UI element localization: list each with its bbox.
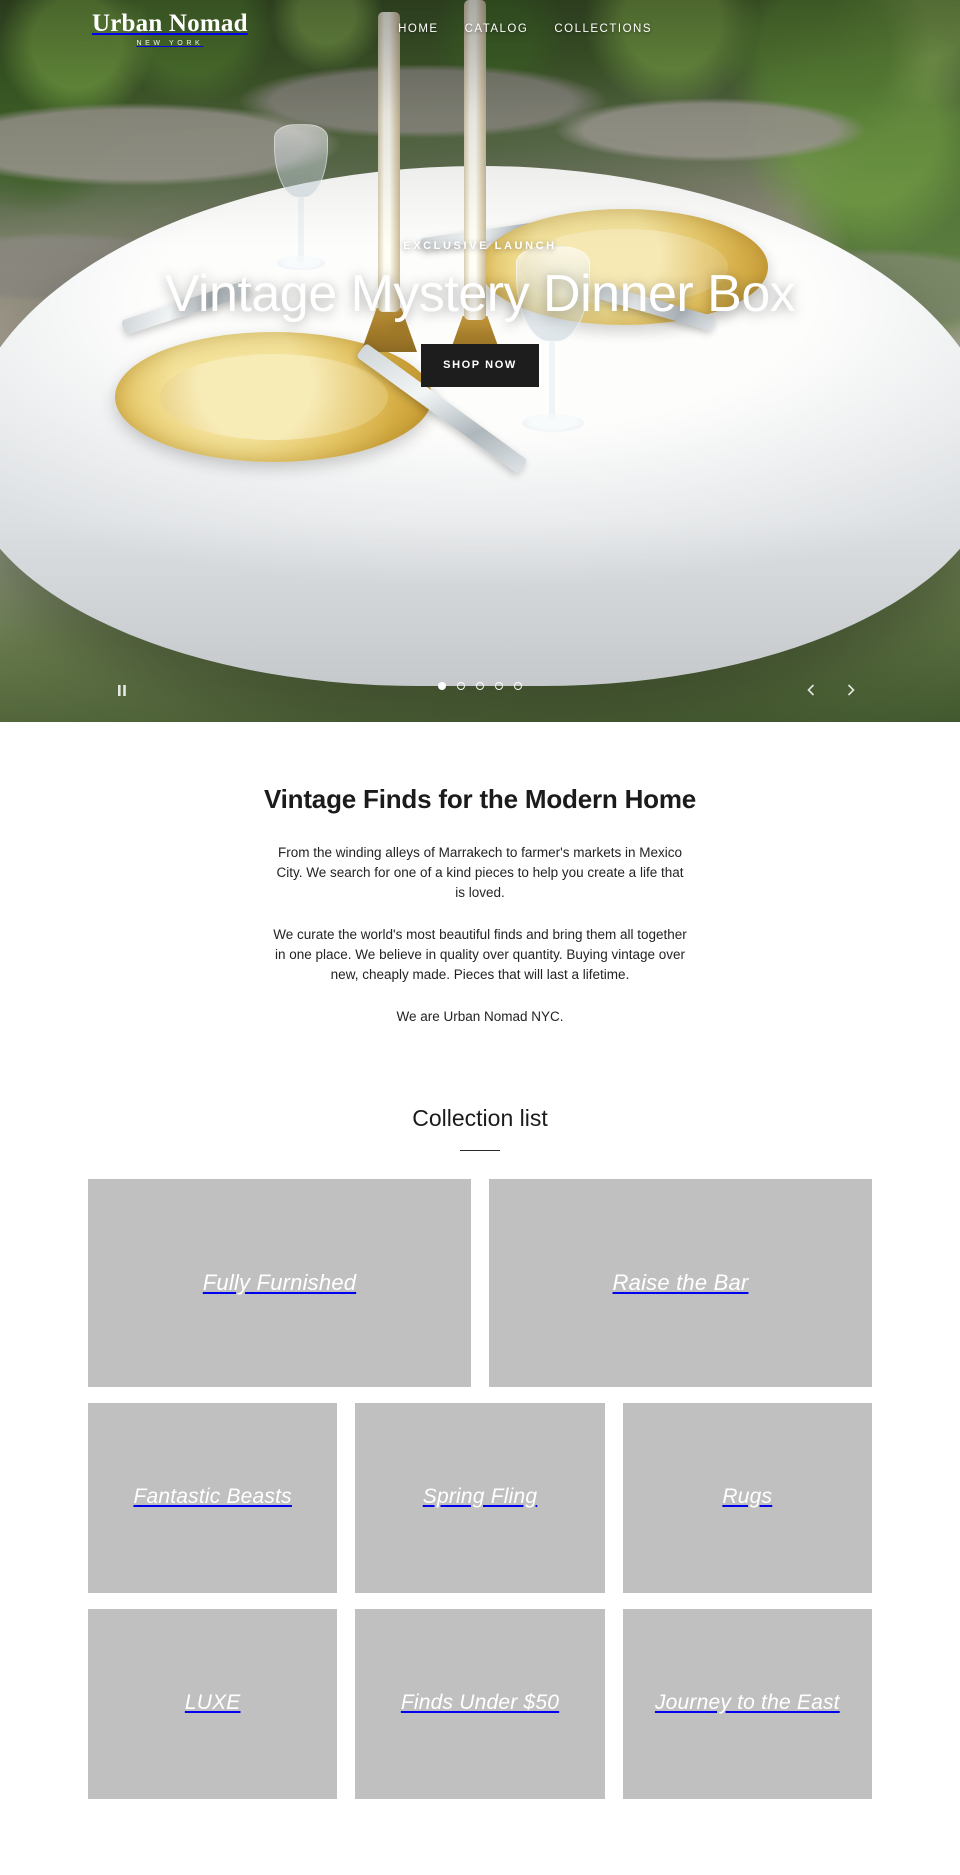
nav-item-collections[interactable]: COLLECTIONS <box>554 23 652 35</box>
collection-tile-raise-the-bar[interactable]: Raise the Bar <box>489 1178 872 1387</box>
intro-paragraph-1: From the winding alleys of Marrakech to … <box>276 845 684 900</box>
collection-tile-luxe[interactable]: LUXE <box>88 1608 338 1799</box>
intro-paragraph-2: We curate the world's most beautiful fin… <box>273 926 687 982</box>
slider-controls <box>0 678 960 704</box>
brand-subtitle: NEW YORK <box>136 40 204 47</box>
slider-arrows <box>802 680 860 700</box>
collection-tile-label: Finds Under $50 <box>400 1691 560 1715</box>
collection-tile-finds-under-50[interactable]: Finds Under $50 <box>355 1608 605 1799</box>
slider-dot-1[interactable] <box>438 682 446 690</box>
slider-dot-4[interactable] <box>495 682 503 690</box>
collection-tile-label: Fully Furnished <box>202 1269 357 1295</box>
collection-tile-journey-to-the-east[interactable]: Journey to the East <box>622 1608 872 1799</box>
site-header: Urban Nomad NEW YORK HOME CATALOG COLLEC… <box>0 0 960 58</box>
collection-tile-fully-furnished[interactable]: Fully Furnished <box>88 1178 471 1387</box>
collection-tile-label: Raise the Bar <box>612 1269 749 1295</box>
collection-grid: Fully Furnished Raise the Bar Fantastic … <box>0 1151 960 1799</box>
collection-list-title: Collection list <box>412 1104 548 1131</box>
collection-tile-fantastic-beasts[interactable]: Fantastic Beasts <box>88 1402 338 1593</box>
shop-now-button[interactable]: SHOP NOW <box>421 344 539 387</box>
slider-dot-2[interactable] <box>457 682 465 690</box>
collection-tile-label: Journey to the East <box>654 1691 840 1715</box>
hero-copy: EXCLUSIVE LAUNCH Vintage Mystery Dinner … <box>0 240 960 387</box>
slider-dot-3[interactable] <box>476 682 484 690</box>
collection-tile-label: Fantastic Beasts <box>133 1485 292 1509</box>
intro-title: Vintage Finds for the Modern Home <box>263 784 697 814</box>
hero-eyebrow: EXCLUSIVE LAUNCH <box>403 240 557 252</box>
collection-row: Fully Furnished Raise the Bar <box>88 1178 872 1387</box>
intro-body: From the winding alleys of Marrakech to … <box>270 843 690 1027</box>
intro-paragraph-3: We are Urban Nomad NYC. <box>396 1008 564 1024</box>
site-logo[interactable]: Urban Nomad NEW YORK <box>92 11 248 47</box>
brand-name: Urban Nomad <box>92 10 248 37</box>
prev-arrow-icon[interactable] <box>802 680 820 700</box>
hero-slider: Urban Nomad NEW YORK HOME CATALOG COLLEC… <box>0 0 960 722</box>
next-arrow-icon[interactable] <box>842 680 860 700</box>
main-navigation: HOME CATALOG COLLECTIONS <box>398 23 652 35</box>
collection-row: LUXE Finds Under $50 Journey to the East <box>88 1608 872 1799</box>
collection-list-section: Collection list Fully Furnished Raise th… <box>0 1027 960 1799</box>
nav-item-home[interactable]: HOME <box>398 23 439 35</box>
nav-item-catalog[interactable]: CATALOG <box>465 23 529 35</box>
collection-row: Fantastic Beasts Spring Fling Rugs <box>88 1402 872 1593</box>
intro-section: Vintage Finds for the Modern Home From t… <box>0 722 960 1027</box>
collection-tile-spring-fling[interactable]: Spring Fling <box>355 1402 605 1593</box>
collection-tile-rugs[interactable]: Rugs <box>622 1402 872 1593</box>
hero-headline: Vintage Mystery Dinner Box <box>164 265 796 323</box>
collection-tile-label: Spring Fling <box>422 1485 538 1509</box>
collection-tile-label: LUXE <box>184 1691 241 1715</box>
slider-dot-5[interactable] <box>514 682 522 690</box>
collection-tile-label: Rugs <box>722 1485 773 1509</box>
